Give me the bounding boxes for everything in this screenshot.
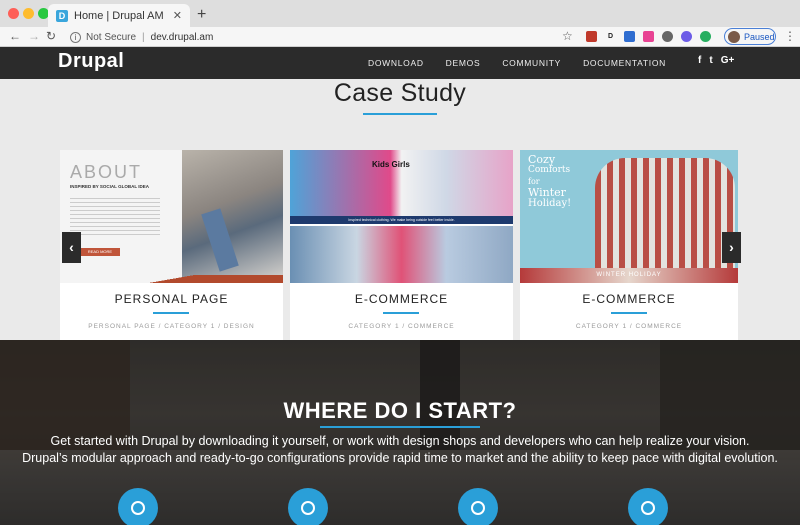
forward-icon[interactable]: → <box>28 29 40 43</box>
back-icon[interactable]: ← <box>9 29 21 43</box>
twitter-icon[interactable]: t <box>709 55 712 66</box>
browser-tab-bar: D Home | Drupal AM ✕ + <box>0 0 800 27</box>
card-image-sub: INSPIRED BY SOCIAL GLOBAL IDEA <box>70 184 150 189</box>
card-image-photo <box>595 158 735 268</box>
where-description: Get started with Drupal by downloading i… <box>0 433 800 467</box>
title-underline <box>320 426 480 428</box>
pin-icon <box>641 501 655 515</box>
close-window-button[interactable] <box>8 8 19 19</box>
site-navbar: Drupal DOWNLOAD DEMOS COMMUNITY DOCUMENT… <box>0 47 800 79</box>
case-study-section: Case Study ABOUT INSPIRED BY SOCIAL GLOB… <box>0 79 800 340</box>
card-image-photo-row <box>290 226 513 283</box>
where-line-2: Drupal’s modular approach and ready-to-g… <box>22 451 778 465</box>
feature-circle-icon[interactable] <box>458 488 498 525</box>
card-image-text-block <box>70 198 160 238</box>
profile-status: Paused <box>744 31 775 42</box>
menu-item-documentation[interactable]: DOCUMENTATION <box>583 58 666 68</box>
extension-icon[interactable] <box>586 31 597 42</box>
card-image-banner: Inspired technical clothing. We make bei… <box>290 216 513 224</box>
profile-button[interactable]: Paused <box>724 28 776 45</box>
case-study-title: Case Study <box>333 79 467 107</box>
card-image-line: Winter <box>528 186 566 199</box>
extension-icon[interactable] <box>624 31 635 42</box>
card-title: E-COMMERCE <box>582 292 676 306</box>
card-image-heading: Kids Girls <box>372 160 410 169</box>
chevron-right-icon[interactable]: › <box>722 232 741 263</box>
extension-icon[interactable] <box>662 31 673 42</box>
feature-circle-icon[interactable] <box>288 488 328 525</box>
card-image-line: Cozy <box>528 153 556 166</box>
case-card-personal-page[interactable]: ABOUT INSPIRED BY SOCIAL GLOBAL IDEA REA… <box>60 150 283 340</box>
card-image-accent <box>60 275 283 283</box>
card-image-footer: WINTER HOLIDAY <box>520 268 738 283</box>
menu-item-community[interactable]: COMMUNITY <box>502 58 561 68</box>
url-text: dev.drupal.am <box>150 31 214 43</box>
where-line-1: Get started with Drupal by downloading i… <box>50 434 750 448</box>
menu-item-download[interactable]: DOWNLOAD <box>368 58 424 68</box>
card-image-heading: ABOUT <box>70 162 143 182</box>
reload-icon[interactable]: ↻ <box>46 29 56 43</box>
security-label: Not Secure <box>86 31 137 43</box>
gamepad-icon <box>301 501 315 515</box>
case-card-ecommerce[interactable]: Kids Girls Inspired technical clothing. … <box>290 150 513 340</box>
globe-icon <box>131 501 145 515</box>
drupal-favicon-icon: D <box>56 9 68 22</box>
menu-item-demos[interactable]: DEMOS <box>446 58 481 68</box>
extension-icon[interactable]: D <box>605 31 616 42</box>
card-underline <box>153 312 189 314</box>
where-section: WHERE DO I START? Get started with Drupa… <box>0 340 800 525</box>
drupal-logo[interactable]: Drupal <box>58 50 124 73</box>
url-field[interactable]: i Not Secure | dev.drupal.am <box>66 28 586 46</box>
card-meta: CATEGORY 1 / COMMERCE <box>348 323 455 330</box>
title-underline <box>363 113 437 115</box>
chevron-left-icon[interactable]: ‹ <box>62 232 81 263</box>
close-tab-icon[interactable]: ✕ <box>173 9 182 22</box>
extension-icon[interactable] <box>643 31 654 42</box>
card-meta: PERSONAL PAGE / CATEGORY 1 / DESIGN <box>88 323 255 330</box>
card-underline <box>383 312 419 314</box>
extension-icon[interactable] <box>700 31 711 42</box>
card-image: Kids Girls Inspired technical clothing. … <box>290 150 513 283</box>
minimize-window-button[interactable] <box>23 8 34 19</box>
card-title: E-COMMERCE <box>354 292 449 306</box>
plug-icon <box>471 501 485 515</box>
card-image-button: READ MORE <box>80 248 120 256</box>
where-title: WHERE DO I START? <box>283 398 517 423</box>
card-image: ABOUT INSPIRED BY SOCIAL GLOBAL IDEA REA… <box>60 150 283 283</box>
card-image: Cozy Comforts for Winter Holiday! WINTER… <box>520 150 738 283</box>
card-meta: CATEGORY 1 / COMMERCE <box>575 323 683 330</box>
info-icon[interactable]: i <box>70 31 81 43</box>
avatar <box>728 30 740 43</box>
card-image-line: Holiday! <box>528 198 572 209</box>
star-icon[interactable]: ☆ <box>562 29 573 43</box>
feature-circle-icon[interactable] <box>118 488 158 525</box>
card-title: PERSONAL PAGE <box>114 292 229 306</box>
card-image-heading: Cozy Comforts for Winter Holiday! <box>528 154 588 209</box>
social-links: f t G+ <box>698 55 734 66</box>
tab-title: Home | Drupal AM <box>74 9 164 22</box>
browser-tab[interactable]: D Home | Drupal AM ✕ <box>48 4 190 27</box>
facebook-icon[interactable]: f <box>698 55 701 66</box>
google-plus-icon[interactable]: G+ <box>721 55 735 66</box>
address-bar: ← → ↻ i Not Secure | dev.drupal.am ☆ D P… <box>0 27 800 47</box>
new-tab-button[interactable]: + <box>197 6 206 24</box>
feature-circle-icon[interactable] <box>628 488 668 525</box>
main-menu: DOWNLOAD DEMOS COMMUNITY DOCUMENTATION <box>368 58 688 68</box>
card-image-line: Comforts <box>528 165 571 175</box>
case-card-ecommerce[interactable]: Cozy Comforts for Winter Holiday! WINTER… <box>520 150 738 340</box>
card-underline <box>611 312 647 314</box>
extension-icon[interactable] <box>681 31 692 42</box>
url-separator: | <box>142 31 145 43</box>
kebab-icon[interactable]: ⋮ <box>784 29 796 43</box>
